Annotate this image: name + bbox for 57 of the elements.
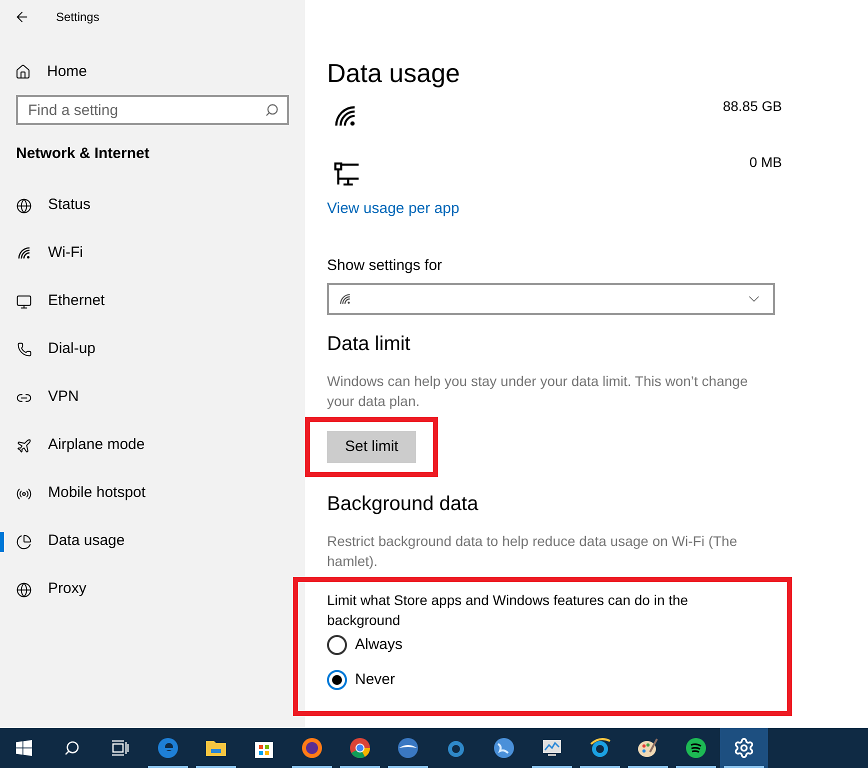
usage-link[interactable]: View usage per app xyxy=(327,198,460,220)
radio-option[interactable]: Never xyxy=(327,668,396,691)
section-heading: Data limit xyxy=(327,332,412,357)
task-view-icon xyxy=(111,740,129,756)
network-dropdown[interactable] xyxy=(327,283,775,315)
usage-amount: 88.85 GB xyxy=(722,97,782,116)
section-heading: Network & Internet xyxy=(15,144,150,164)
sidebar-item-label: Proxy xyxy=(48,579,86,600)
sidebar-item-label: Dial-up xyxy=(48,339,96,360)
sidebar-item-label: Wi-Fi xyxy=(48,243,83,264)
back-icon[interactable] xyxy=(14,9,30,25)
browser-icon xyxy=(156,736,180,760)
settings-icon xyxy=(733,737,755,759)
sidebar-item-label: Airplane mode xyxy=(48,435,145,456)
description: Windows can help you stay under your data limit. This won’t change your data plan. xyxy=(327,372,749,411)
usage-amount: 0 MB xyxy=(749,153,782,172)
wifi-icon xyxy=(339,292,352,306)
set-limit-button[interactable]: Set limit xyxy=(327,431,416,463)
taskbar-app[interactable] xyxy=(720,728,768,768)
airplane-icon xyxy=(16,438,32,454)
sidebar-item[interactable]: Mobile hotspot xyxy=(0,470,305,518)
sidebar-item[interactable]: Ethernet xyxy=(0,278,305,326)
palette-icon xyxy=(636,736,660,760)
window-title: Settings xyxy=(56,9,100,26)
music-icon xyxy=(684,736,708,760)
pie-chart-icon xyxy=(16,534,32,550)
sphere-icon xyxy=(396,736,420,760)
search-icon xyxy=(265,103,279,117)
wifi-icon xyxy=(16,246,32,261)
sidebar-item[interactable]: Proxy xyxy=(0,566,305,614)
sidebar-item-label: VPN xyxy=(48,387,79,408)
search-field[interactable]: Find a setting xyxy=(16,95,289,125)
home-item[interactable]: Home xyxy=(0,56,305,88)
ie-icon xyxy=(588,736,612,760)
sidebar-item[interactable]: Dial-up xyxy=(0,326,305,374)
status-icon xyxy=(16,198,32,214)
sidebar-item[interactable]: Status xyxy=(0,182,305,230)
field-label: Show settings for xyxy=(327,256,444,276)
phone-icon xyxy=(16,342,32,357)
chrome-icon xyxy=(348,736,372,760)
option-question: Limit what Store apps and Windows features can do in the background xyxy=(327,591,690,630)
sidebar-item-label: Mobile hotspot xyxy=(48,483,146,504)
sidebar-item[interactable]: VPN xyxy=(0,374,305,422)
windows-logo-icon xyxy=(16,740,32,756)
radio-option[interactable]: Always xyxy=(327,634,403,656)
selection-indicator xyxy=(0,532,4,552)
fox-icon xyxy=(300,736,324,760)
page-title: Data usage xyxy=(327,57,461,90)
home-icon xyxy=(15,64,31,80)
sidebar-item-label: Ethernet xyxy=(48,291,105,312)
section-heading: Background data xyxy=(327,492,480,517)
sidebar-item-label: Status xyxy=(48,195,91,216)
search-icon xyxy=(64,740,80,756)
sidebar-item-label: Data usage xyxy=(48,531,125,552)
description: Restrict background data to help reduce data usage on Wi-Fi (The hamlet). xyxy=(327,532,738,571)
sidebar-item[interactable]: Wi-Fi xyxy=(0,230,305,278)
sidebar-item[interactable]: Airplane mode xyxy=(0,422,305,470)
